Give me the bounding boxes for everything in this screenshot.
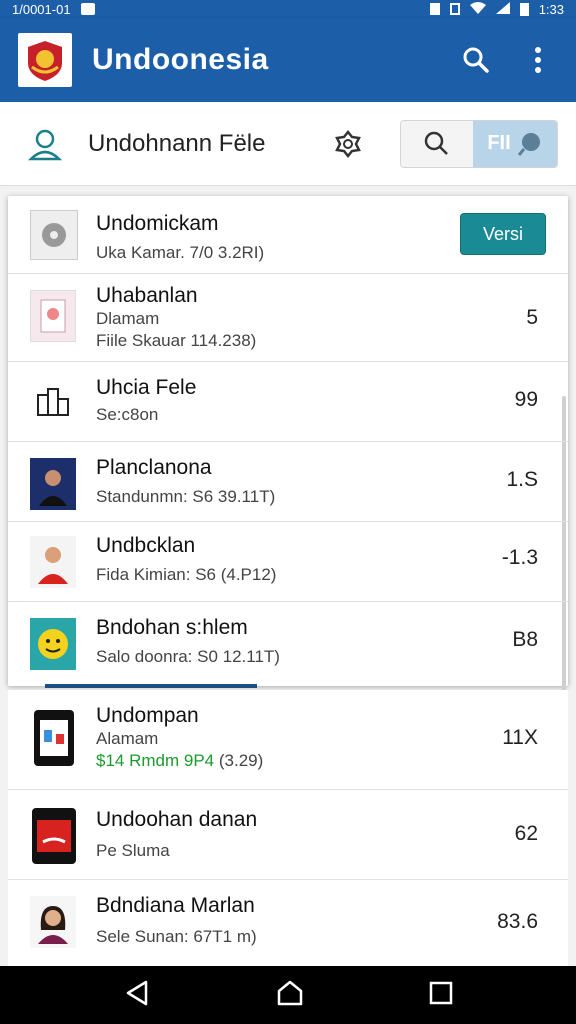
item-subtitle: Uka Kamar. 7/0 3.2RI) (96, 243, 265, 262)
item-value: B8 (512, 628, 538, 651)
list-item[interactable]: Undbcklan Fida Kimian: S6 (4.P12) -1.3 (8, 522, 568, 602)
item-title: Uhabanlan (96, 284, 198, 307)
overflow-menu-button[interactable] (516, 38, 560, 82)
list-item[interactable]: Bndohan s:hlem Salo doonra: S0 12.11T) B… (8, 602, 568, 686)
file-card: Undomickam Uka Kamar. 7/0 3.2RI) Versi U… (8, 196, 568, 736)
item-value: 1.S (506, 468, 538, 491)
document-icon (30, 290, 76, 342)
avatar (30, 458, 76, 510)
nfc-icon (429, 3, 440, 15)
item-value: -1.3 (501, 546, 538, 569)
item-value: 62 (514, 822, 538, 845)
more-vert-icon (535, 47, 541, 73)
vibrate-icon (449, 3, 460, 15)
item-value: 83.6 (497, 910, 538, 933)
back-icon (126, 980, 147, 1005)
sub-header: Undohnann Fële FII (0, 102, 576, 186)
item-title: Undoohan danan (96, 808, 258, 831)
item-title: Bndohan s:hlem (96, 616, 248, 639)
settings-button[interactable] (328, 124, 368, 164)
item-price: $14 Rmdm 9P4 (96, 751, 215, 770)
list-item[interactable]: Undomickam Uka Kamar. 7/0 3.2RI) Versi (8, 196, 568, 274)
view-toggle[interactable]: FII (400, 119, 558, 168)
item-value: 11X (502, 726, 538, 749)
avatar (30, 536, 76, 588)
wifi-icon (469, 1, 486, 17)
item-title: Bdndiana Marlan (96, 894, 255, 917)
item-subtitle: Salo doonra: S0 12.11T) (96, 647, 280, 666)
avatar (30, 896, 76, 948)
item-title: Uhcia Fele (96, 376, 197, 399)
gear-icon (335, 129, 361, 158)
item-value: 99 (514, 388, 538, 411)
app-logo (18, 33, 72, 87)
item-title: Planclanona (96, 456, 212, 479)
list-item[interactable]: Bdndiana Marlan Sele Sunan: 67T1 m) 83.6 (8, 880, 568, 968)
app-title: Undoonesia (92, 43, 269, 76)
tablet-icon (34, 710, 74, 766)
item-size: (3.29) (218, 751, 264, 770)
tablet-icon (32, 808, 76, 864)
item-title: Undbcklan (96, 534, 196, 557)
list-item[interactable]: Undoohan danan Pe Sluma 62 (8, 790, 568, 880)
emoji-icon (30, 618, 76, 670)
item-subtitle: Pe Sluma (96, 841, 170, 860)
item-subtitle: Fida Kimian: S6 (4.P12) (96, 565, 277, 584)
item-title: Undompan (96, 704, 199, 727)
file-list: Undompan Alamam $14 Rmdm 9P4 (3.29) 11X … (8, 690, 568, 968)
search-toggle[interactable] (401, 120, 473, 167)
item-subtitle: Dlamam (96, 309, 160, 328)
app-bar: Undoonesia (0, 18, 576, 102)
battery-icon (519, 2, 529, 16)
list-item[interactable]: Undompan Alamam $14 Rmdm 9P4 (3.29) 11X (8, 690, 568, 790)
user-icon (28, 129, 62, 160)
tab-indicator (45, 684, 257, 688)
search-button[interactable] (454, 38, 498, 82)
item-title: Undomickam (96, 212, 219, 235)
notification-icon (80, 3, 95, 15)
item-subtitle: Standunmn: S6 39.11T) (96, 487, 276, 506)
version-button[interactable]: Versi (460, 213, 546, 255)
clock-text: 1:33 (538, 1, 564, 17)
chat-search-icon (517, 132, 540, 156)
emblem-icon (28, 41, 62, 81)
back-button[interactable] (122, 978, 152, 1013)
search-icon (463, 47, 489, 73)
home-button[interactable] (275, 978, 305, 1013)
status-bar: 1/0001-01 1:33 (0, 0, 576, 18)
item-subtitle: Alamam (96, 729, 159, 748)
item-subtitle: Sele Sunan: 67T1 m) (96, 927, 257, 946)
disk-icon (30, 210, 78, 260)
building-icon (30, 376, 76, 428)
search-icon (424, 131, 448, 155)
item-detail: $14 Rmdm 9P4 (3.29) (96, 750, 263, 772)
status-text: 1/0001-01 (12, 1, 71, 17)
filter-toggle[interactable]: FII (473, 120, 557, 167)
item-subtitle: Se:c8on (96, 405, 159, 424)
filter-toggle-label: FII (487, 132, 511, 154)
recents-icon (430, 981, 453, 1004)
item-value: 5 (526, 306, 538, 329)
navigation-bar (0, 966, 576, 1024)
section-title: Undohnann Fële (88, 129, 266, 157)
list-item[interactable]: Planclanona Standunmn: S6 39.11T) 1.S (8, 442, 568, 522)
recents-button[interactable] (428, 980, 454, 1011)
list-item[interactable]: Uhabanlan Dlamam Fiile Skauar 114.238) 5 (8, 274, 568, 362)
list-item[interactable]: Uhcia Fele Se:c8on 99 (8, 362, 568, 442)
item-detail: Fiile Skauar 114.238) (96, 331, 257, 350)
signal-icon (495, 1, 510, 17)
home-icon (277, 980, 303, 1005)
